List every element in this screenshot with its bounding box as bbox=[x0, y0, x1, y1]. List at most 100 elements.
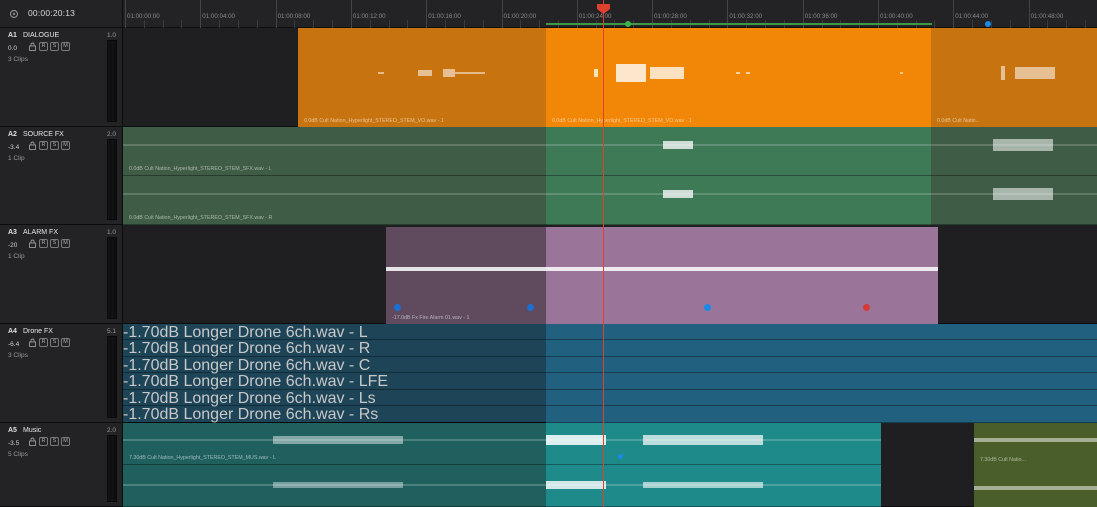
track-lane-a1[interactable]: 0.0dB Cult Nation_Hyperlight_STEREO_STEM… bbox=[123, 28, 1097, 127]
solo-button[interactable]: S bbox=[50, 141, 59, 150]
track-name[interactable]: ALARM FX bbox=[23, 229, 58, 236]
clip-label: 7.30dB Cult Nation_Hyperlight_STEREO_STE… bbox=[129, 455, 276, 461]
keyframe[interactable] bbox=[394, 304, 401, 311]
lock-icon[interactable] bbox=[28, 141, 37, 150]
mute-button[interactable]: M bbox=[61, 437, 70, 446]
gear-icon[interactable] bbox=[8, 8, 20, 20]
marker-blue[interactable] bbox=[985, 21, 991, 27]
mute-button[interactable]: M bbox=[61, 239, 70, 248]
selection-highlight bbox=[546, 227, 938, 324]
ruler-label: 01:00:24:00 bbox=[578, 13, 612, 20]
audio-clip[interactable]: 7.30dB Cult Natio... bbox=[974, 423, 1097, 507]
record-arm-button[interactable]: R bbox=[39, 338, 48, 347]
ruler-minor-tick bbox=[237, 20, 239, 28]
track-volume[interactable]: -20 bbox=[8, 242, 17, 249]
marker-green[interactable] bbox=[625, 21, 631, 27]
mute-button[interactable]: M bbox=[61, 42, 70, 51]
ruler-label: 01:00:36:00 bbox=[804, 13, 838, 20]
clip-label: -1.70dB Longer Drone 6ch.wav - C bbox=[123, 357, 371, 374]
record-arm-button[interactable]: R bbox=[39, 141, 48, 150]
track-name[interactable]: Music bbox=[23, 427, 41, 434]
track-id: A4 bbox=[8, 328, 17, 335]
track-header-a3[interactable]: A3 ALARM FX 1.0 -20 R S M 1 Clip bbox=[0, 225, 123, 324]
timecode-display[interactable]: 00:00:20:13 bbox=[28, 8, 75, 18]
ruler-label: 01:00:32:00 bbox=[729, 13, 763, 20]
track-name[interactable]: Drone FX bbox=[23, 328, 53, 335]
record-arm-button[interactable]: R bbox=[39, 437, 48, 446]
channel-c: -1.70dB Longer Drone 6ch.wav - C bbox=[123, 357, 1097, 374]
lock-icon[interactable] bbox=[28, 338, 37, 347]
track-name[interactable]: SOURCE FX bbox=[23, 131, 64, 138]
clip-count: 1 Clip bbox=[8, 155, 25, 162]
ruler-minor-tick bbox=[313, 20, 315, 28]
ruler-tick bbox=[125, 0, 126, 28]
ruler-label: 01:00:28:00 bbox=[654, 13, 687, 20]
audio-clip[interactable]: -17.0dB Fx Fire Alarm 01.wav - 1 bbox=[386, 227, 938, 324]
track-volume[interactable]: -3.5 bbox=[8, 440, 19, 447]
ruler-minor-tick bbox=[482, 20, 484, 28]
track-id: A3 bbox=[8, 229, 17, 236]
track-header-a4[interactable]: A4 Drone FX 5.1 -6.4 R S M 3 Clips bbox=[0, 324, 123, 423]
audio-clip[interactable]: 0.0dB Cult Nation_Hyperlight_STEREO_STEM… bbox=[298, 28, 546, 127]
channel-left: 0.0dB Cult Nation_Hyperlight_STEREO_STEM… bbox=[123, 127, 1097, 176]
ruler-tick bbox=[350, 0, 352, 28]
track-format: 5.1 bbox=[106, 328, 116, 335]
record-arm-button[interactable]: R bbox=[39, 42, 48, 51]
track-lane-a4[interactable]: -1.70dB Longer Drone 6ch.wav - L -1.70dB… bbox=[123, 324, 1097, 423]
audio-clip[interactable]: 0.0dB Cult Natio... bbox=[931, 28, 1097, 127]
audio-clip[interactable]: 0.0dB Cult Nation_Hyperlight_STEREO_STEM… bbox=[123, 127, 1097, 225]
track-format: 2.0 bbox=[106, 131, 116, 138]
lock-icon[interactable] bbox=[28, 239, 37, 248]
lock-icon[interactable] bbox=[28, 437, 37, 446]
keyframe[interactable] bbox=[704, 304, 711, 311]
ruler-minor-tick bbox=[1047, 20, 1049, 28]
track-volume[interactable]: -6.4 bbox=[8, 341, 19, 348]
solo-button[interactable]: S bbox=[50, 42, 59, 51]
keyframe[interactable] bbox=[618, 454, 623, 459]
ruler-minor-tick bbox=[143, 20, 145, 28]
mute-button[interactable]: M bbox=[61, 338, 70, 347]
ruler-minor-tick bbox=[1066, 20, 1068, 28]
clip-label: -1.70dB Longer Drone 6ch.wav - L bbox=[123, 324, 368, 341]
track-lane-a2[interactable]: 0.0dB Cult Nation_Hyperlight_STEREO_STEM… bbox=[123, 127, 1097, 225]
track-volume[interactable]: -3.4 bbox=[8, 144, 19, 151]
ruler-tick bbox=[501, 0, 503, 28]
clip-count: 3 Clips bbox=[8, 352, 28, 359]
track-lane-a5[interactable]: 7.30dB Cult Nation_Hyperlight_STEREO_STE… bbox=[123, 423, 1097, 507]
channel-right bbox=[123, 465, 881, 507]
track-lane-a3[interactable]: -17.0dB Fx Fire Alarm 01.wav - 1 bbox=[123, 225, 1097, 324]
keyframe[interactable] bbox=[863, 304, 870, 311]
track-format: 2.0 bbox=[106, 427, 116, 434]
solo-button[interactable]: S bbox=[50, 239, 59, 248]
track-name[interactable]: DIALOGUE bbox=[23, 32, 59, 39]
ruler-label: 01:00:12:00 bbox=[352, 13, 386, 20]
ruler-minor-tick bbox=[369, 20, 371, 28]
track-header-a5[interactable]: A5 Music 2.0 -3.5 R S M 5 Clips bbox=[0, 423, 123, 507]
track-header-a2[interactable]: A2 SOURCE FX 2.0 -3.4 R S M 1 Clip bbox=[0, 127, 123, 225]
ruler-minor-tick bbox=[972, 20, 974, 28]
track-volume[interactable]: 0.0 bbox=[8, 45, 17, 52]
ruler-minor-tick bbox=[539, 20, 541, 28]
playhead-line[interactable] bbox=[603, 0, 604, 507]
playhead-handle[interactable] bbox=[597, 4, 610, 14]
mute-button[interactable]: M bbox=[61, 141, 70, 150]
track-id: A2 bbox=[8, 131, 17, 138]
audio-clip[interactable]: 7.30dB Cult Nation_Hyperlight_STEREO_STE… bbox=[123, 423, 881, 507]
waveform bbox=[123, 188, 1097, 200]
track-id: A5 bbox=[8, 427, 17, 434]
solo-button[interactable]: S bbox=[50, 437, 59, 446]
ruler-minor-tick bbox=[934, 20, 936, 28]
channel-r: -1.70dB Longer Drone 6ch.wav - R bbox=[123, 340, 1097, 357]
record-arm-button[interactable]: R bbox=[39, 239, 48, 248]
clip-count: 1 Clip bbox=[8, 253, 25, 260]
clip-label: 0.0dB Cult Nation_Hyperlight_STEREO_STEM… bbox=[129, 215, 273, 221]
lock-icon[interactable] bbox=[28, 42, 37, 51]
timeline-ruler[interactable]: 01:00:00:00 01:00:04:00 01:00:08:00 01:00:1… bbox=[123, 0, 1097, 28]
solo-button[interactable]: S bbox=[50, 338, 59, 347]
track-header-a1[interactable]: A1 DIALOGUE 1.0 0.0 R S M 3 Clips bbox=[0, 28, 123, 127]
ruler-minor-tick bbox=[332, 20, 334, 28]
clip-label: 7.30dB Cult Natio... bbox=[980, 457, 1026, 463]
channel-l: -1.70dB Longer Drone 6ch.wav - L bbox=[123, 324, 1097, 341]
keyframe[interactable] bbox=[527, 304, 534, 311]
ruler-minor-tick bbox=[219, 20, 221, 28]
